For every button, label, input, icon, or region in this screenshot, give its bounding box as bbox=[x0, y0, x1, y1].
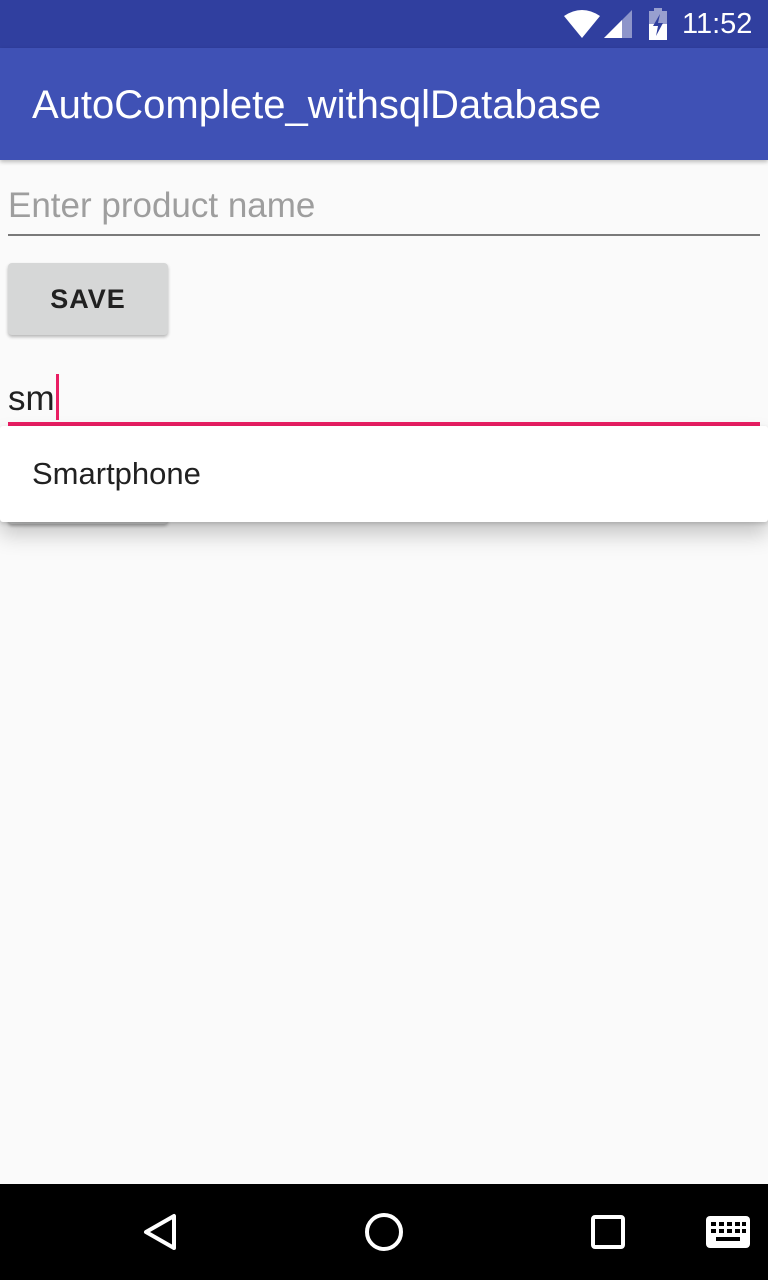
text-cursor bbox=[55, 374, 59, 420]
autocomplete-input[interactable]: sm bbox=[8, 364, 760, 426]
product-name-placeholder: Enter product name bbox=[8, 186, 316, 225]
suggestion-label: Smartphone bbox=[32, 456, 201, 491]
navigation-bar bbox=[0, 1184, 768, 1280]
status-time: 11:52 bbox=[682, 8, 753, 40]
save-button[interactable]: SAVE bbox=[8, 263, 168, 335]
battery-charging-icon bbox=[648, 8, 668, 45]
app-toolbar: AutoComplete_withsqlDatabase bbox=[0, 48, 768, 160]
back-icon[interactable] bbox=[138, 1208, 186, 1256]
signal-icon bbox=[604, 10, 632, 43]
home-icon[interactable] bbox=[360, 1208, 408, 1256]
save-button-label: SAVE bbox=[50, 283, 126, 314]
wifi-icon bbox=[564, 10, 600, 43]
app-title: AutoComplete_withsqlDatabase bbox=[32, 83, 602, 127]
status-bar: 11:52 bbox=[0, 0, 768, 48]
suggestion-item[interactable]: Smartphone bbox=[0, 426, 768, 522]
autocomplete-dropdown: Smartphone bbox=[0, 426, 768, 522]
keyboard-icon[interactable] bbox=[704, 1214, 752, 1250]
recents-icon[interactable] bbox=[584, 1208, 632, 1256]
product-name-input[interactable]: Enter product name bbox=[8, 178, 760, 236]
autocomplete-input-value: sm bbox=[8, 379, 55, 418]
autocomplete-input-text: sm bbox=[8, 374, 59, 421]
